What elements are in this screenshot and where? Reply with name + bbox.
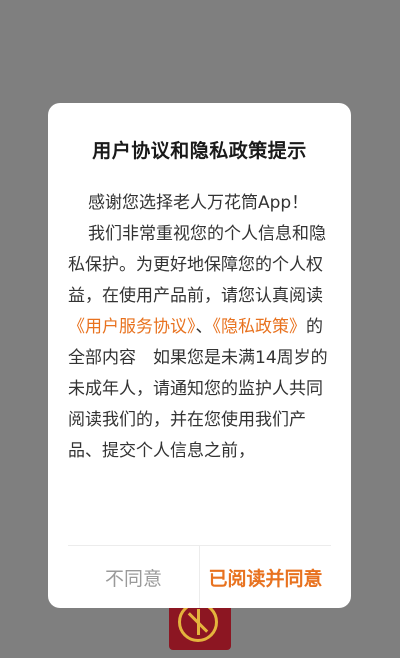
dialog-body: 感谢您选择老人万花筒App！ 我们非常重视您的个人信息和隐私保护。为更好地保障您… (68, 188, 333, 518)
user-agreement-link[interactable]: 《用户服务协议》 (68, 317, 196, 337)
link-separator: 、 (195, 317, 213, 337)
app-logo-ring (178, 602, 218, 642)
screen: 用户协议和隐私政策提示 感谢您选择老人万花筒App！ 我们非常重视您的个人信息和… (0, 0, 400, 658)
dialog-paragraph-1: 感谢您选择老人万花筒App！ (88, 193, 309, 213)
dialog-title: 用户协议和隐私政策提示 (92, 140, 307, 162)
dialog-paragraph-2-intro: 我们非常重视您的个人信息和隐私保护。为更好地保障您的个人权益，在使用产品前，请您… (68, 224, 326, 306)
dialog-paragraph-2-outro: 的全部内容 如果您是未满14周岁的未成年人，请通知您的监护人共同阅读我们的，并在… (68, 317, 328, 461)
disagree-button[interactable]: 不同意 (68, 546, 199, 608)
agree-button[interactable]: 已阅读并同意 (200, 546, 331, 608)
privacy-dialog: 用户协议和隐私政策提示 感谢您选择老人万花筒App！ 我们非常重视您的个人信息和… (48, 103, 351, 608)
privacy-policy-link[interactable]: 《隐私政策》 (213, 317, 307, 337)
dialog-paragraph-2: 我们非常重视您的个人信息和隐私保护。为更好地保障您的个人权益，在使用产品前，请您… (68, 219, 333, 467)
